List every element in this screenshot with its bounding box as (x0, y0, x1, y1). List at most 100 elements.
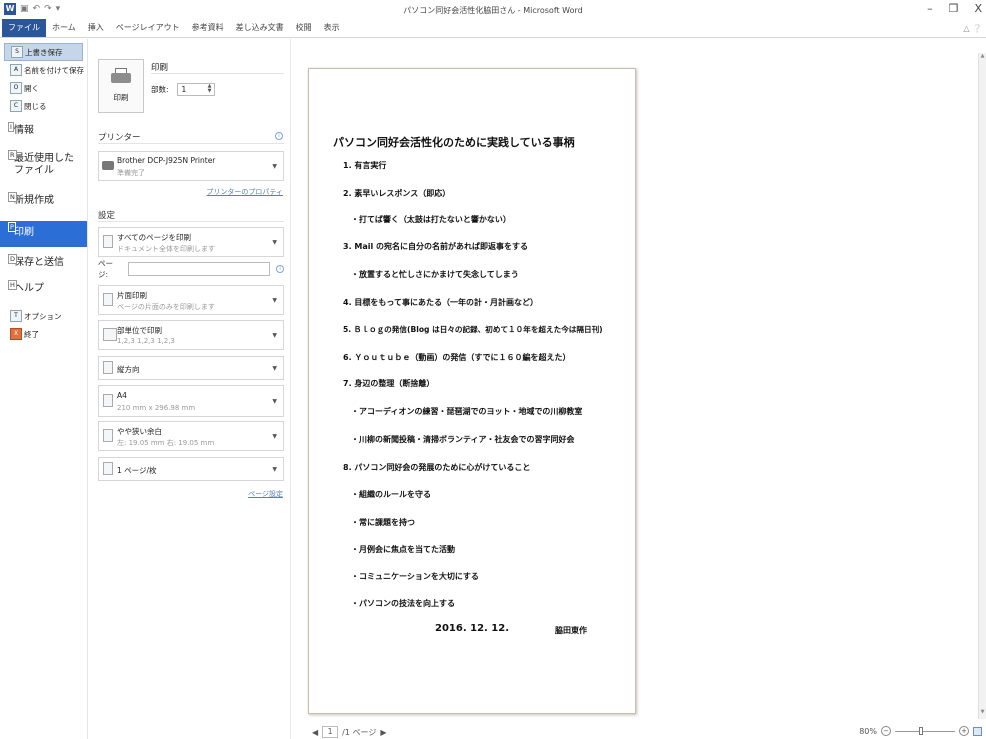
doc-line: 2. 素早いレスポンス（即応） (343, 189, 451, 198)
nav-open-label: 開く (24, 83, 39, 93)
scroll-up-icon[interactable]: ▲ (979, 53, 986, 63)
zoom-control: 80% − + (859, 726, 982, 736)
tab-view[interactable]: 表示 (318, 22, 346, 37)
chevron-down-icon: ▼ (272, 239, 277, 246)
paper-size-select[interactable]: A4 210 mm x 296.98 mm ▼ (98, 385, 284, 417)
print-settings-panel: 印刷 印刷 部数: 1 ▲ ▼ プリンター i Brother DCP-J925N… (88, 39, 291, 739)
nav-recent[interactable]: R 最近使用した ファイル (0, 149, 87, 181)
orientation-select[interactable]: 縦方向 ▼ (98, 356, 284, 380)
nav-close[interactable]: C 閉じる (0, 97, 87, 115)
nav-save-as[interactable]: A 名前を付けて保存 (0, 61, 87, 79)
zoom-out-icon[interactable]: − (881, 726, 891, 736)
zoom-in-icon[interactable]: + (959, 726, 969, 736)
chevron-down-icon: ▼ (272, 332, 277, 339)
zoom-slider-thumb[interactable] (919, 726, 923, 735)
chevron-down-icon: ▼ (272, 297, 277, 304)
tab-mailings[interactable]: 差し込み文書 (230, 22, 290, 37)
prev-page-icon[interactable]: ◀ (312, 728, 318, 737)
nav-save-send-label: 保存と送信 (14, 257, 64, 268)
nav-save-send[interactable]: D 保存と送信 (0, 253, 87, 273)
copies-label: 部数: (151, 85, 169, 94)
window-title: パソコン同好会活性化脇田さん - Microsoft Word (403, 6, 583, 15)
zoom-to-page-icon[interactable] (973, 726, 982, 736)
key-tip: R (8, 150, 17, 160)
doc-line: ・パソコンの技法を向上する (351, 599, 455, 608)
preview-scrollbar[interactable]: ▲ ▼ (978, 53, 986, 719)
print-button[interactable]: 印刷 (98, 59, 144, 113)
restore-button[interactable]: ❐ (949, 2, 959, 15)
page-number-input[interactable]: 1 (322, 726, 339, 738)
chevron-down-icon: ▼ (272, 466, 277, 473)
scroll-down-icon[interactable]: ▼ (979, 709, 986, 719)
window-controls: – ❐ X (927, 2, 982, 15)
document-title: パソコン同好会活性化のために実践している事柄 (333, 136, 575, 149)
nav-help[interactable]: H ヘルプ (0, 279, 87, 299)
doc-line: 5. Ｂｌｏｇの発信(Blog は日々の記録、初めて１０年を超えた今は隔日刊) (343, 325, 603, 334)
doc-line: 7. 身辺の整理（断捨離） (343, 379, 435, 388)
pages-per-sheet-icon (103, 462, 113, 475)
copies-input[interactable]: 1 ▲ ▼ (176, 83, 215, 96)
printer-properties-link[interactable]: プリンターのプロパティ (206, 187, 283, 197)
minimize-button[interactable]: – (927, 2, 933, 15)
pages-per-sheet-select[interactable]: 1 ページ/枚 ▼ (98, 457, 284, 481)
print-button-label: 印刷 (113, 93, 129, 102)
doc-line: 1. 有言実行 (343, 161, 387, 170)
nav-options-label: オプション (24, 311, 62, 321)
doc-line: ・コミュニケーションを大切にする (351, 572, 479, 581)
nav-exit-label: 終了 (24, 329, 39, 339)
pages-input[interactable] (127, 262, 271, 276)
copies-spinner[interactable]: ▲ ▼ (208, 84, 212, 94)
doc-line: 8. パソコン同好会の発展のために心がけていること (343, 463, 531, 472)
nav-new-label: 新規作成 (14, 195, 54, 206)
page-total: /1 ページ (342, 727, 377, 737)
tab-home[interactable]: ホーム (46, 22, 82, 37)
help-icon[interactable]: △ ❔ (963, 24, 982, 33)
document-date: 2016. 12. 12. (435, 623, 510, 634)
exit-icon: X (10, 328, 22, 340)
page-setup-link[interactable]: ページ設定 (248, 489, 283, 499)
page-icon (103, 293, 113, 306)
printer-select[interactable]: Brother DCP-J925N Printer 準備完了 ▼ (98, 151, 284, 181)
doc-line: 4. 目標をもって事にあたる（一年の計・月計画など） (343, 298, 538, 307)
zoom-slider[interactable] (895, 726, 955, 735)
tab-page-layout[interactable]: ページレイアウト (110, 22, 186, 37)
zoom-level[interactable]: 80% (859, 727, 877, 736)
nav-info-label: 情報 (14, 125, 34, 136)
doc-line: ・アコーディオンの練習・琵琶湖でのヨット・地域での川柳教室 (351, 407, 583, 416)
print-title: 印刷 (151, 63, 169, 73)
nav-recent-label-2: ファイル (14, 165, 54, 176)
tab-references[interactable]: 参考資料 (186, 22, 230, 37)
portrait-icon (103, 361, 113, 374)
key-tip: P (8, 222, 16, 232)
nav-print[interactable]: P 印刷 (0, 221, 87, 247)
folder-open-icon: O (10, 82, 22, 94)
backstage-nav: S 上書き保存 A 名前を付けて保存 O 開く C 閉じる I 情報 R 最近使… (0, 39, 88, 739)
title-bar: W ▣ ↶ ↷ ▾ パソコン同好会活性化脇田さん - Microsoft Wor… (0, 0, 986, 20)
tab-file[interactable]: ファイル (2, 19, 46, 37)
collate-icon (103, 328, 117, 341)
nav-options[interactable]: T オプション (0, 307, 87, 325)
close-button[interactable]: X (974, 2, 982, 15)
margins-icon (103, 429, 113, 442)
next-page-icon[interactable]: ▶ (380, 728, 386, 737)
document-page: パソコン同好会活性化のために実践している事柄 1. 有言実行 2. 素早いレスポ… (308, 68, 636, 714)
nav-open[interactable]: O 開く (0, 79, 87, 97)
nav-new[interactable]: N 新規作成 (0, 191, 87, 211)
collate-select[interactable]: 部単位で印刷 1,2,3 1,2,3 1,2,3 ▼ (98, 320, 284, 350)
chevron-down-icon: ▼ (272, 398, 277, 405)
nav-print-label: 印刷 (14, 227, 34, 238)
nav-info[interactable]: I 情報 (0, 121, 87, 141)
doc-line: ・常に課題を持つ (351, 518, 415, 527)
print-range-select[interactable]: すべてのページを印刷 ドキュメント全体を印刷します ▼ (98, 227, 284, 257)
margins-select[interactable]: やや狭い余白 左: 19.05 mm 右: 19.05 mm ▼ (98, 421, 284, 451)
nav-recent-label-1: 最近使用した (14, 153, 74, 164)
ribbon-tabs: ファイル ホーム 挿入 ページレイアウト 参考資料 差し込み文書 校閲 表示 (0, 19, 986, 38)
tab-review[interactable]: 校閲 (290, 22, 318, 37)
nav-exit[interactable]: X 終了 (0, 325, 87, 343)
sides-select[interactable]: 片面印刷 ページの片面のみを印刷します ▼ (98, 285, 284, 315)
nav-save[interactable]: S 上書き保存 (4, 43, 83, 61)
key-tip: I (8, 122, 14, 132)
tab-insert[interactable]: 挿入 (82, 22, 110, 37)
info-icon[interactable]: i (275, 132, 283, 140)
info-icon[interactable]: i (276, 265, 284, 273)
